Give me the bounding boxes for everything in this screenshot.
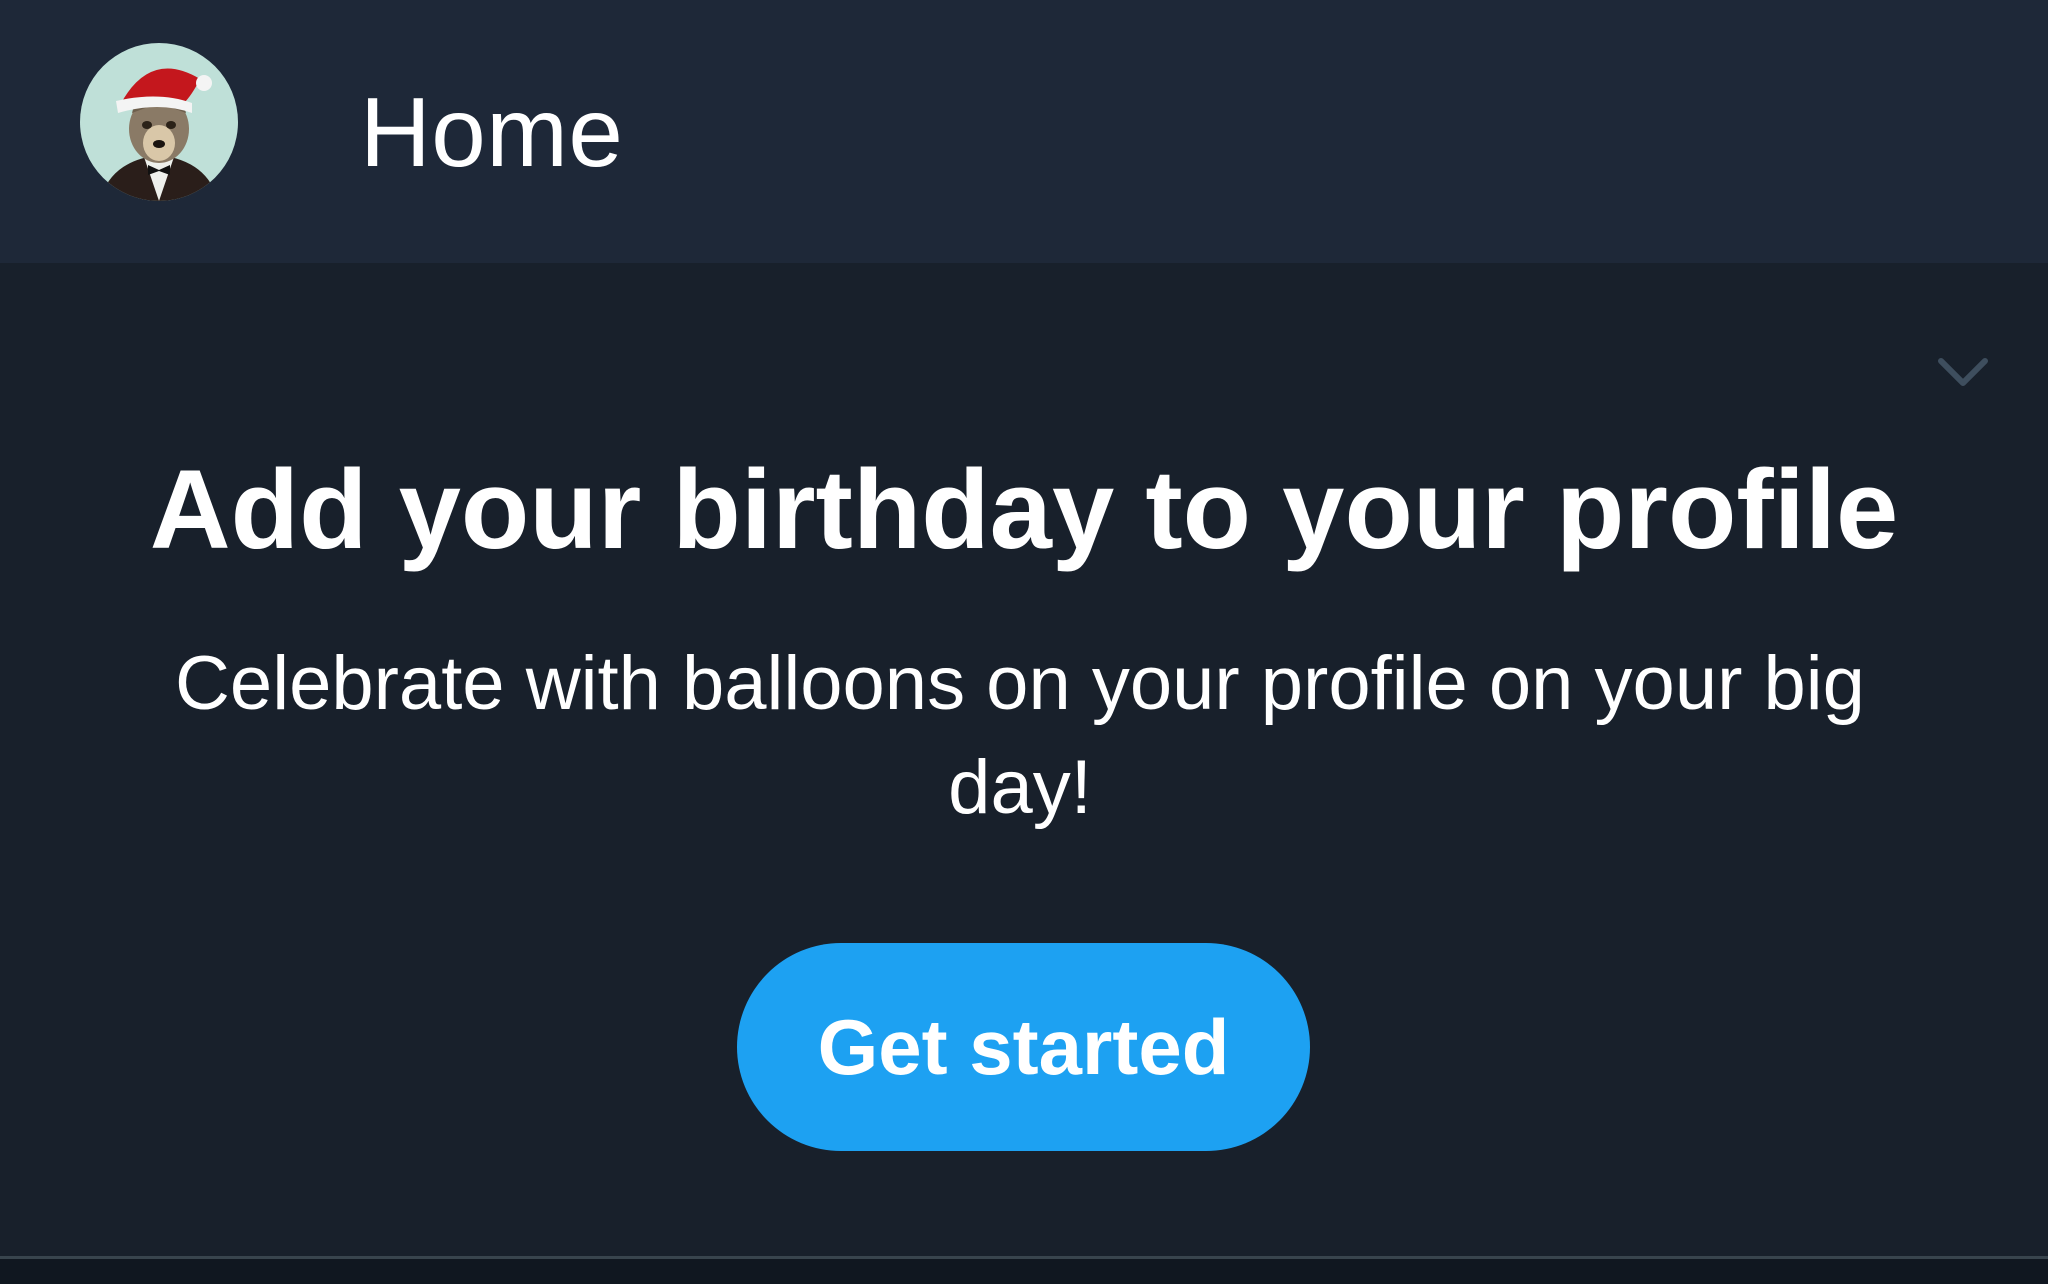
prompt-subtitle: Celebrate with balloons on your profile … [175, 641, 1865, 830]
feed-edge [0, 1259, 2048, 1284]
prompt-title: Add your birthday to your profile [149, 447, 1899, 572]
chevron-down-icon[interactable] [1935, 345, 1991, 401]
page-title: Home [360, 77, 624, 187]
get-started-button[interactable]: Get started [737, 943, 1310, 1151]
profile-avatar[interactable] [80, 43, 238, 201]
avatar-image [80, 43, 238, 201]
top-app-bar: Home [0, 0, 2048, 263]
screen: Home Add your birthday to your profile C… [0, 0, 2048, 1284]
